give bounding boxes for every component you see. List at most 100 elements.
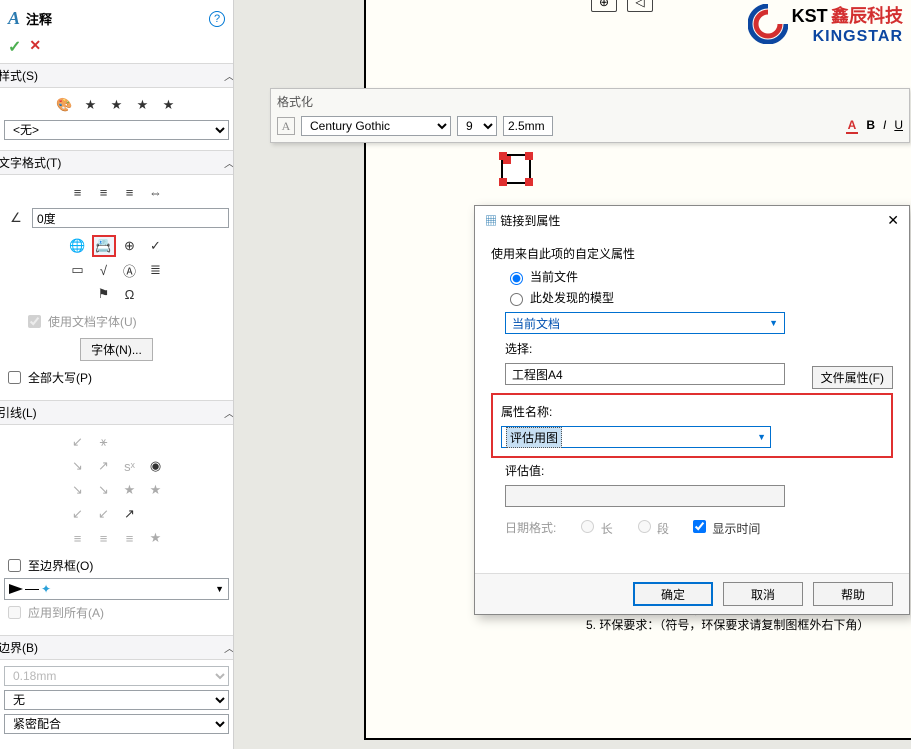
leader-style-10-icon[interactable]: ↘: [92, 479, 116, 501]
all-caps-label: 全部大写(P): [28, 369, 92, 386]
note-type-icon[interactable]: A: [277, 117, 295, 135]
section-style[interactable]: 样式(S) ︿: [0, 63, 234, 88]
border-shape-select[interactable]: 无: [4, 690, 229, 710]
bold-icon[interactable]: B: [866, 118, 875, 134]
style-load-icon[interactable]: ★: [131, 94, 155, 116]
align-left-icon[interactable]: ≡: [66, 181, 90, 203]
property-name-highlight: 属性名称: 评估用图▼: [491, 393, 893, 458]
source-doc-select[interactable]: 当前文档▼: [505, 312, 785, 334]
cancel-icon[interactable]: ✕: [29, 37, 41, 57]
cancel-button[interactable]: 取消: [723, 582, 803, 606]
radio-current-file[interactable]: [510, 272, 523, 285]
insert-stack-icon[interactable]: ≣: [144, 259, 168, 281]
link-to-property-icon[interactable]: 📇: [92, 235, 116, 257]
insert-surface-icon[interactable]: ✓: [144, 235, 168, 257]
insert-hole-icon[interactable]: Ⓐ: [118, 259, 142, 281]
style-remove-fav-icon[interactable]: ★: [105, 94, 129, 116]
help-button[interactable]: 帮助: [813, 582, 893, 606]
insert-datum-icon[interactable]: ▭: [66, 259, 90, 281]
view-projection-icon[interactable]: ◁: [627, 0, 653, 12]
insert-gtol-icon[interactable]: ⊕: [118, 235, 142, 257]
logo-cn: 鑫辰科技: [831, 6, 903, 26]
company-logo: KST 鑫辰科技 KINGSTAR: [748, 2, 903, 46]
section-leader[interactable]: 引线(L) ︿: [0, 400, 234, 425]
border-fit-select[interactable]: 紧密配合: [4, 714, 229, 734]
date-long-radio: [581, 520, 594, 533]
border-label: 边界(B): [0, 639, 38, 656]
file-properties-button[interactable]: 文件属性(F): [812, 366, 893, 389]
section-border[interactable]: 边界(B) ︿: [0, 635, 234, 660]
leader-style-8-icon[interactable]: ◉: [144, 455, 168, 477]
show-time-checkbox[interactable]: [693, 520, 706, 533]
section-textformat[interactable]: 文字格式(T) ︿: [0, 150, 234, 175]
arrow-icon: [9, 584, 23, 594]
radio-current-label: 当前文件: [530, 268, 578, 285]
style-paint-icon[interactable]: 🎨: [53, 94, 77, 116]
leader-style-5-icon[interactable]: ↘: [66, 455, 90, 477]
view-origin-icon[interactable]: ⊕: [591, 0, 617, 12]
font-size-select[interactable]: 9: [457, 116, 497, 136]
style-select[interactable]: <无>: [4, 120, 229, 140]
insert-hyperlink-icon[interactable]: 🌐: [66, 235, 90, 257]
eval-label: 评估值:: [505, 462, 893, 479]
radio-found-model[interactable]: [510, 293, 523, 306]
insert-flag-icon[interactable]: ⚑: [92, 283, 116, 305]
leader-style-16-icon[interactable]: [144, 503, 168, 525]
dialog-title: 链接到属性: [500, 214, 560, 228]
chevron-up-icon: ︿: [224, 155, 234, 171]
font-color-icon[interactable]: A: [846, 118, 859, 134]
align-center-icon[interactable]: ≡: [92, 181, 116, 203]
leader-style-12-icon[interactable]: ★: [144, 479, 168, 501]
dialog-titlebar[interactable]: ▦ 链接到属性 ✕: [475, 206, 909, 235]
font-button[interactable]: 字体(N)...: [80, 338, 153, 361]
align-right-icon[interactable]: ≡: [118, 181, 142, 203]
help-icon[interactable]: ?: [209, 11, 225, 27]
apply-all-label: 应用到所有(A): [28, 604, 104, 621]
align-justify-icon[interactable]: ⇔: [144, 181, 168, 203]
arrow-style-select[interactable]: ✦ ▼: [4, 578, 229, 600]
ok-icon[interactable]: ✓: [8, 37, 21, 57]
format-toolbar: 格式化 A Century Gothic 9 A B I U: [270, 88, 910, 143]
style-label: 样式(S): [0, 67, 38, 84]
leader-style-2-icon[interactable]: ⚹: [92, 431, 116, 453]
property-name-select[interactable]: 评估用图▼: [501, 426, 771, 448]
leader-style-14-icon[interactable]: ↙: [92, 503, 116, 525]
logo-swirl-icon: [748, 4, 788, 44]
annotation-property-panel: A 注释 ? ✓ ✕ 样式(S) ︿ 🎨 ★ ★ ★ ★ <无> 文字格式(T)…: [0, 0, 234, 749]
leader-style-6-icon[interactable]: ↗: [92, 455, 116, 477]
leader-style-3-icon[interactable]: [118, 431, 142, 453]
leader-style-18-icon[interactable]: ≡: [92, 527, 116, 549]
leader-style-7-icon[interactable]: sˣ: [118, 455, 142, 477]
leader-style-11-icon[interactable]: ★: [118, 479, 142, 501]
style-save-icon[interactable]: ★: [157, 94, 181, 116]
insert-weld-icon[interactable]: √: [92, 259, 116, 281]
all-caps-checkbox[interactable]: [8, 371, 21, 384]
leader-style-4-icon[interactable]: [144, 431, 168, 453]
style-add-fav-icon[interactable]: ★: [79, 94, 103, 116]
leader-style-1-icon[interactable]: ↙: [66, 431, 90, 453]
leader-style-15-icon[interactable]: ↗: [118, 503, 142, 525]
angle-input[interactable]: [32, 208, 229, 228]
chevron-up-icon: ︿: [224, 405, 234, 421]
annotation-selection-marker[interactable]: [501, 154, 531, 184]
leader-style-13-icon[interactable]: ↙: [66, 503, 90, 525]
close-icon[interactable]: ✕: [887, 212, 899, 229]
underline-icon[interactable]: U: [894, 118, 903, 134]
font-height-input[interactable]: [503, 116, 553, 136]
link-to-property-dialog: ▦ 链接到属性 ✕ 使用来自此项的自定义属性 当前文件 此处发现的模型 当前文档…: [474, 205, 910, 615]
italic-icon[interactable]: I: [883, 118, 886, 134]
ok-button[interactable]: 确定: [633, 582, 713, 606]
use-doc-font-label: 使用文档字体(U): [48, 313, 137, 330]
date-short-radio: [638, 520, 651, 533]
radio-found-label: 此处发现的模型: [530, 289, 614, 306]
insert-symbol-icon[interactable]: Ω: [118, 283, 142, 305]
border-width-select: 0.18mm: [4, 666, 229, 686]
leader-style-19-icon[interactable]: ≡: [118, 527, 142, 549]
leader-style-20-icon[interactable]: ★: [144, 527, 168, 549]
to-bbox-checkbox[interactable]: [8, 559, 21, 572]
font-family-select[interactable]: Century Gothic: [301, 116, 451, 136]
leader-style-17-icon[interactable]: ≡: [66, 527, 90, 549]
chevron-up-icon: ︿: [224, 68, 234, 84]
panel-header: A 注释 ?: [8, 4, 225, 33]
leader-style-9-icon[interactable]: ↘: [66, 479, 90, 501]
